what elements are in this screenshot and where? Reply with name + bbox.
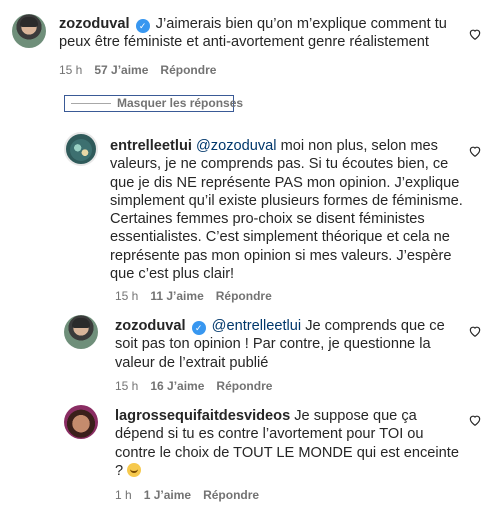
reply-item: lagrossequifaitdesvideos Je suppose que … [0,403,490,513]
reply-button[interactable]: Répondre [203,488,259,502]
reply-item: entrelleetlui @zozoduval moi non plus, s… [0,128,490,308]
like-count[interactable]: 57 J’aime [94,63,148,77]
avatar[interactable] [64,132,98,166]
username[interactable]: lagrossequifaitdesvideos [115,408,290,424]
avatar[interactable] [12,14,46,48]
reply-button[interactable]: Répondre [160,63,216,77]
hide-replies-label: Masquer les réponses [117,96,244,110]
mention-link[interactable]: @entrelleetlui [212,318,301,334]
heart-outline-icon[interactable] [468,324,482,338]
reply-text: lagrossequifaitdesvideos Je suppose que … [115,407,460,480]
heart-outline-icon[interactable] [468,27,482,41]
reply-button[interactable]: Répondre [216,289,272,303]
timestamp[interactable]: 15 h [115,289,138,303]
timestamp[interactable]: 15 h [115,379,138,393]
heart-outline-icon[interactable] [468,413,482,427]
comment-text: zozoduval ✓ J’aimerais bien qu’on m’expl… [59,15,454,52]
reply-meta: 1 h 1 J’aime Répondre [115,488,271,502]
reply-meta: 15 h 11 J’aime Répondre [115,289,284,303]
timestamp[interactable]: 15 h [59,63,82,77]
timestamp[interactable]: 1 h [115,488,132,502]
heart-outline-icon[interactable] [468,144,482,158]
username[interactable]: zozoduval [115,318,186,334]
like-count[interactable]: 16 J’aime [150,379,204,393]
username[interactable]: zozoduval [59,16,130,32]
avatar[interactable] [64,315,98,349]
like-count[interactable]: 11 J’aime [150,289,203,303]
reply-button[interactable]: Répondre [216,379,272,393]
reply-meta: 15 h 16 J’aime Répondre [115,379,284,393]
username[interactable]: entrelleetlui [110,138,192,154]
reply-body: moi non plus, selon mes valeurs, je ne c… [110,138,463,283]
verified-badge-icon: ✓ [135,19,150,33]
avatar[interactable] [64,405,98,439]
reply-item: zozoduval ✓ @entrelleetlui Je comprends … [0,310,490,395]
comment-meta: 15 h 57 J’aime Répondre [59,63,228,77]
verified-badge-icon: ✓ [191,321,206,335]
divider-line [71,103,111,104]
reply-text: entrelleetlui @zozoduval moi non plus, s… [110,137,464,283]
like-count[interactable]: 1 J’aime [144,488,191,502]
reply-text: zozoduval ✓ @entrelleetlui Je comprends … [115,317,460,372]
grimacing-face-emoji [127,462,142,477]
mention-link[interactable]: @zozoduval [196,138,277,154]
comment-item: zozoduval ✓ J’aimerais bien qu’on m’expl… [0,0,490,85]
hide-replies-button[interactable]: Masquer les réponses [64,95,243,112]
